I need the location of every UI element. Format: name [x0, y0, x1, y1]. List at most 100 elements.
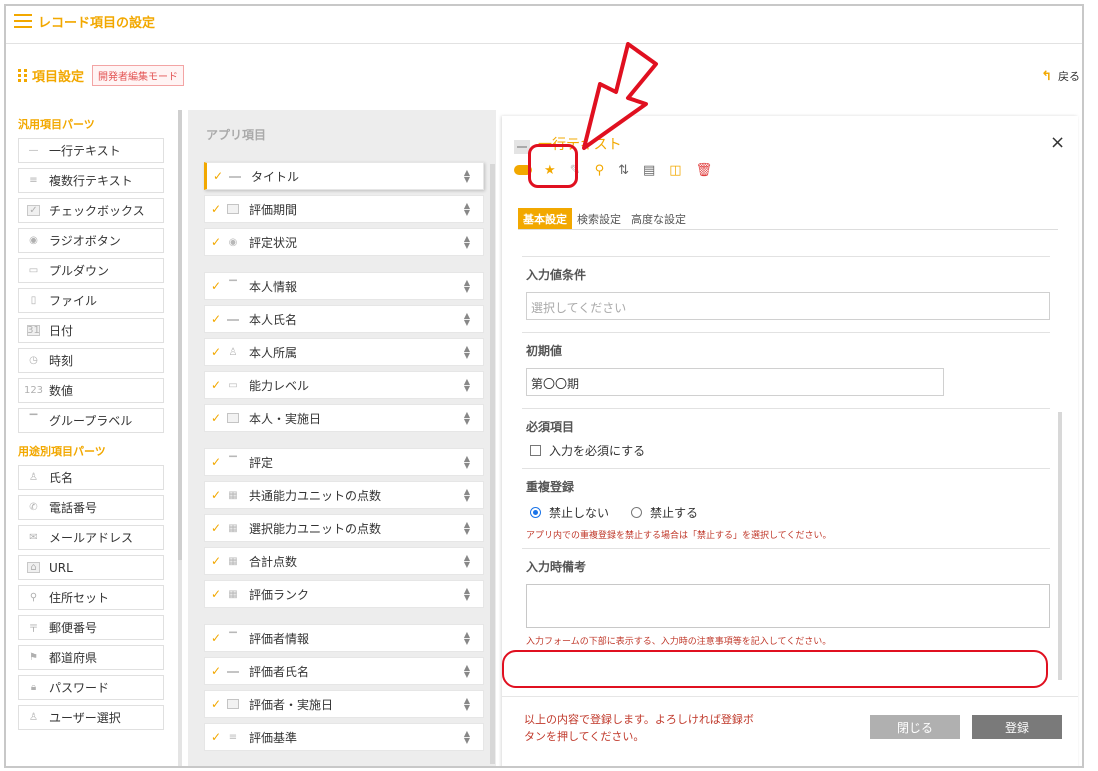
sort-handle-icon[interactable]: ▲ ▼	[457, 235, 477, 250]
mail-icon: ✉	[29, 532, 38, 543]
app-item-title[interactable]: ✓ タイトル ▲ ▼	[204, 162, 484, 190]
back-button[interactable]: ↰ 戻る	[1041, 68, 1080, 84]
part-number[interactable]: 123 数値	[18, 378, 164, 403]
search-icon[interactable]: ⚲	[595, 161, 605, 179]
sort-handle-icon[interactable]: ▲ ▼	[457, 169, 477, 184]
app-item[interactable]: ✓ 評価者氏名 ▲ ▼	[204, 657, 484, 685]
app-item[interactable]: ✓ ≡ 評価基準 ▲ ▼	[204, 723, 484, 751]
app-item[interactable]: ✓ 評価者・実施日 ▲ ▼	[204, 690, 484, 718]
app-item[interactable]: ✓ ▔ 評価者情報 ▲ ▼	[204, 624, 484, 652]
palette-scrollbar[interactable]	[178, 110, 182, 766]
sort-handle-icon[interactable]: ▲ ▼	[457, 345, 477, 360]
lines-icon: ≡	[29, 175, 38, 186]
check-icon: ✓	[210, 631, 222, 645]
app-item[interactable]: ✓ 本人・実施日 ▲ ▼	[204, 404, 484, 432]
app-item[interactable]: ✓ ▔ 本人情報 ▲ ▼	[204, 272, 484, 300]
part-date[interactable]: 31 日付	[18, 318, 164, 343]
part-checkbox[interactable]: ✓ チェックボックス	[18, 198, 164, 223]
part-dropdown[interactable]: ▭ プルダウン	[18, 258, 164, 283]
radio-allow[interactable]	[530, 507, 541, 518]
check-icon: ✓	[210, 664, 222, 678]
initial-value-input[interactable]: 第〇〇期	[526, 368, 944, 396]
part-single-line-text[interactable]: — 一行テキスト	[18, 138, 164, 163]
app-item[interactable]: ✓ ▔ 評定 ▲ ▼	[204, 448, 484, 476]
check-icon: ✓	[210, 521, 222, 535]
close-button[interactable]: 閉じる	[870, 715, 960, 739]
section-header: 項目設定 開発者編集モード	[18, 64, 185, 86]
tab-advanced[interactable]: 高度な設定	[626, 208, 691, 229]
lock-icon: 🔒︎	[30, 682, 37, 693]
memo-textarea[interactable]	[526, 584, 1050, 628]
duplicate-options: 禁止しない 禁止する	[530, 504, 698, 521]
required-checkbox[interactable]: 入力を必須にする	[530, 442, 645, 459]
divider	[522, 548, 1050, 549]
back-label: 戻る	[1058, 70, 1080, 83]
part-radio[interactable]: ◉ ラジオボタン	[18, 228, 164, 253]
part-user-select[interactable]: ♙ ユーザー選択	[18, 705, 164, 730]
app-item[interactable]: ✓ ▦ 合計点数 ▲ ▼	[204, 547, 484, 575]
part-password[interactable]: 🔒︎ パスワード	[18, 675, 164, 700]
app-item[interactable]: ✓ ▦ 選択能力ユニットの点数 ▲ ▼	[204, 514, 484, 542]
sort-handle-icon[interactable]: ▲ ▼	[457, 488, 477, 503]
part-group-label[interactable]: ▔ グループラベル	[18, 408, 164, 433]
radio-icon: ◉	[29, 235, 38, 246]
part-postal-code[interactable]: 〒郵便番号	[18, 615, 164, 640]
list-icon[interactable]: ▤	[643, 161, 655, 179]
hamburger-menu-icon[interactable]	[14, 14, 32, 30]
part-name[interactable]: ♙ 氏名	[18, 465, 164, 490]
part-address[interactable]: ⚲ 住所セット	[18, 585, 164, 610]
checkbox[interactable]	[530, 445, 541, 456]
annotation-arrow-icon	[582, 42, 658, 150]
sort-handle-icon[interactable]: ▲ ▼	[457, 631, 477, 646]
app-item[interactable]: ✓ ◉ 評定状況 ▲ ▼	[204, 228, 484, 256]
sort-handle-icon[interactable]: ▲ ▼	[457, 664, 477, 679]
special-parts-title: 用途別項目パーツ	[18, 445, 106, 458]
sort-handle-icon[interactable]: ▲ ▼	[457, 587, 477, 602]
divider	[522, 332, 1050, 333]
map-icon: ⚑	[29, 652, 38, 663]
app-item[interactable]: ✓ 評価期間 ▲ ▼	[204, 195, 484, 223]
app-item[interactable]: ✓ ▦ 共通能力ユニットの点数 ▲ ▼	[204, 481, 484, 509]
app-item[interactable]: ✓ ♙ 本人所属 ▲ ▼	[204, 338, 484, 366]
part-prefecture[interactable]: ⚑ 都道府県	[18, 645, 164, 670]
tab-basic[interactable]: 基本設定	[518, 208, 572, 229]
part-url[interactable]: ⌂ URL	[18, 555, 164, 580]
calendar-icon	[227, 413, 239, 423]
app-items-scrollbar[interactable]	[490, 164, 495, 764]
sort-handle-icon[interactable]: ▲ ▼	[457, 202, 477, 217]
title-bar: レコード項目の設定	[6, 6, 1082, 44]
line-icon: —	[28, 145, 39, 156]
general-parts-title: 汎用項目パーツ	[18, 118, 95, 131]
part-phone[interactable]: ✆ 電話番号	[18, 495, 164, 520]
footer-message: 以上の内容で登録します。よろしければ登録ボタンを押してください。	[524, 713, 754, 743]
part-file[interactable]: ▯ ファイル	[18, 288, 164, 313]
sort-handle-icon[interactable]: ▲ ▼	[457, 521, 477, 536]
sort-handle-icon[interactable]: ▲ ▼	[457, 411, 477, 426]
part-email[interactable]: ✉ メールアドレス	[18, 525, 164, 550]
tab-search[interactable]: 検索設定	[572, 208, 626, 229]
part-multi-line-text[interactable]: ≡ 複数行テキスト	[18, 168, 164, 193]
radio-forbid[interactable]	[631, 507, 643, 518]
app-item[interactable]: ✓ 本人氏名 ▲ ▼	[204, 305, 484, 333]
sort-handle-icon[interactable]: ▲ ▼	[457, 279, 477, 294]
sort-handle-icon[interactable]: ▲ ▼	[457, 730, 477, 745]
app-item[interactable]: ✓ ▭ 能力レベル ▲ ▼	[204, 371, 484, 399]
trash-icon[interactable]: 🗑︎	[696, 161, 713, 179]
input-condition-select[interactable]: 選択してください	[526, 292, 1050, 320]
dropdown-icon: ▭	[28, 265, 39, 276]
close-icon[interactable]: ×	[1050, 132, 1065, 153]
settings-tabs: 基本設定 検索設定 高度な設定	[518, 208, 1058, 230]
panel-scrollbar[interactable]	[1058, 412, 1062, 680]
sort-handle-icon[interactable]: ▲ ▼	[457, 455, 477, 470]
sort-icon[interactable]: ⇅	[618, 161, 629, 179]
sort-handle-icon[interactable]: ▲ ▼	[457, 312, 477, 327]
app-item[interactable]: ✓ ▦ 評価ランク ▲ ▼	[204, 580, 484, 608]
sort-handle-icon[interactable]: ▲ ▼	[457, 697, 477, 712]
required-label: 必須項目	[526, 420, 575, 434]
sort-handle-icon[interactable]: ▲ ▼	[457, 378, 477, 393]
sort-handle-icon[interactable]: ▲ ▼	[457, 554, 477, 569]
columns-icon[interactable]: ◫	[669, 161, 681, 179]
dropdown-icon: ▭	[228, 379, 238, 391]
part-time[interactable]: ◷ 時刻	[18, 348, 164, 373]
submit-button[interactable]: 登録	[972, 715, 1062, 739]
